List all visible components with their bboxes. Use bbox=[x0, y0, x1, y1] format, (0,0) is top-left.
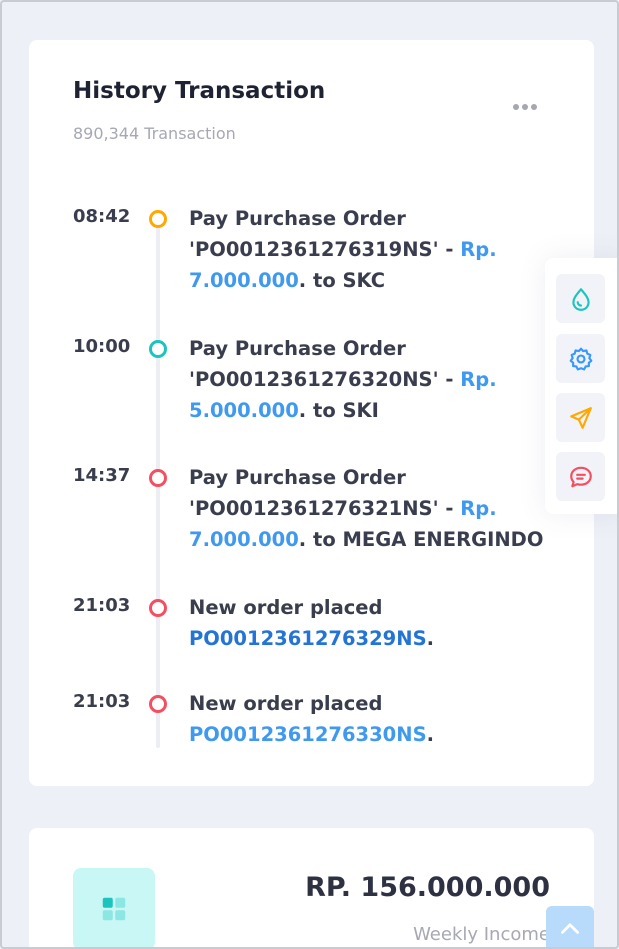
timeline-text: New order placed PO0012361276329NS. bbox=[189, 596, 435, 650]
gear-icon bbox=[569, 347, 592, 370]
timeline-time: 21:03 bbox=[73, 595, 131, 616]
send-icon bbox=[569, 406, 592, 429]
amount-link[interactable]: 7.000.000 bbox=[189, 269, 299, 292]
amount-link[interactable]: Rp. bbox=[460, 238, 496, 261]
droplet-icon bbox=[571, 287, 590, 311]
timeline-text: Pay Purchase Order 'PO0012361276319NS' -… bbox=[189, 207, 497, 292]
droplet-button[interactable] bbox=[556, 274, 605, 323]
timeline-text: Pay Purchase Order 'PO0012361276321NS' -… bbox=[189, 466, 544, 551]
card-title: History Transaction bbox=[73, 78, 326, 104]
timeline-time: 21:03 bbox=[73, 691, 131, 712]
timeline-dot-icon bbox=[149, 210, 167, 228]
amount-link[interactable]: Rp. bbox=[460, 497, 496, 520]
weekly-income-card: RP. 156.000.000 Weekly Income bbox=[29, 828, 594, 949]
settings-button[interactable] bbox=[556, 334, 605, 383]
timeline-time: 14:37 bbox=[73, 465, 131, 486]
send-button[interactable] bbox=[556, 393, 605, 442]
chat-icon bbox=[569, 466, 592, 487]
timeline-dot-icon bbox=[149, 599, 167, 617]
chat-button[interactable] bbox=[556, 452, 605, 501]
timeline-dot-icon bbox=[149, 695, 167, 713]
timeline-dot-icon bbox=[149, 469, 167, 487]
amount-link[interactable]: 7.000.000 bbox=[189, 528, 299, 551]
quick-actions-panel bbox=[545, 258, 619, 514]
timeline-text: New order placed PO0012361276330NS. bbox=[189, 692, 435, 746]
income-label: Weekly Income bbox=[413, 924, 550, 945]
income-value: RP. 156.000.000 bbox=[305, 872, 550, 903]
order-link[interactable]: PO0012361276329NS bbox=[189, 627, 427, 650]
history-transaction-card: History Transaction 890,344 Transaction … bbox=[29, 40, 594, 786]
timeline-dot-icon bbox=[149, 340, 167, 358]
scroll-top-button[interactable] bbox=[546, 906, 594, 949]
amount-link[interactable]: 5.000.000 bbox=[189, 399, 299, 422]
transaction-count: 890,344 Transaction bbox=[73, 124, 236, 143]
timeline-time: 08:42 bbox=[73, 206, 131, 227]
amount-link[interactable]: Rp. bbox=[460, 368, 496, 391]
more-horizontal-icon[interactable] bbox=[513, 102, 539, 112]
timeline-text: Pay Purchase Order 'PO0012361276320NS' -… bbox=[189, 337, 497, 422]
timeline-time: 10:00 bbox=[73, 336, 131, 357]
chevron-up-icon bbox=[561, 922, 579, 934]
grid-icon bbox=[73, 868, 155, 949]
order-link[interactable]: PO0012361276330NS bbox=[189, 723, 427, 746]
